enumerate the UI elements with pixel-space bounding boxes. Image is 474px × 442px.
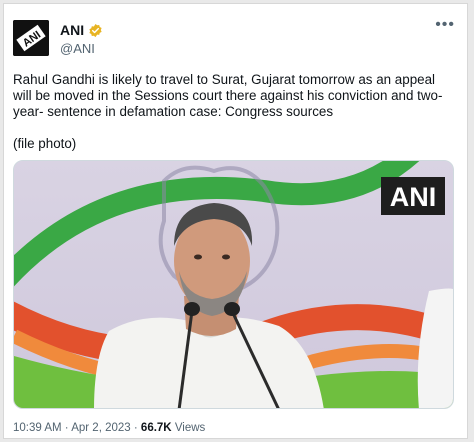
more-options-icon[interactable]: ••• [435,17,455,33]
meta-separator-2: · [133,422,138,434]
tweet-date[interactable]: Apr 2, 2023 [71,422,130,434]
press-conference-photo: ANI [14,161,453,408]
views-count[interactable]: 66.7K [141,422,172,434]
tweet-subtext: (file photo) [13,136,77,151]
author-name-row[interactable]: ANI [60,22,103,38]
ani-watermark: ANI [390,182,437,212]
views-label: Views [174,422,206,434]
author-avatar[interactable]: ANI [13,20,49,56]
tweet-time[interactable]: 10:39 AM [13,422,62,434]
meta-separator: · [64,422,69,434]
tweet-photo[interactable]: ANI [13,160,454,409]
ani-logo-icon: ANI [13,20,49,56]
verified-badge-icon [89,23,102,37]
author-handle[interactable]: @ANI [60,41,95,56]
tweet-card: ANI ANI @ANI ••• Rahul Gandhi is likely … [3,3,468,439]
tweet-text: Rahul Gandhi is likely to travel to Sura… [13,72,443,119]
author-name[interactable]: ANI [60,22,84,38]
tweet-meta: 10:39 AM · Apr 2, 2023 · 66.7K Views [13,422,205,434]
